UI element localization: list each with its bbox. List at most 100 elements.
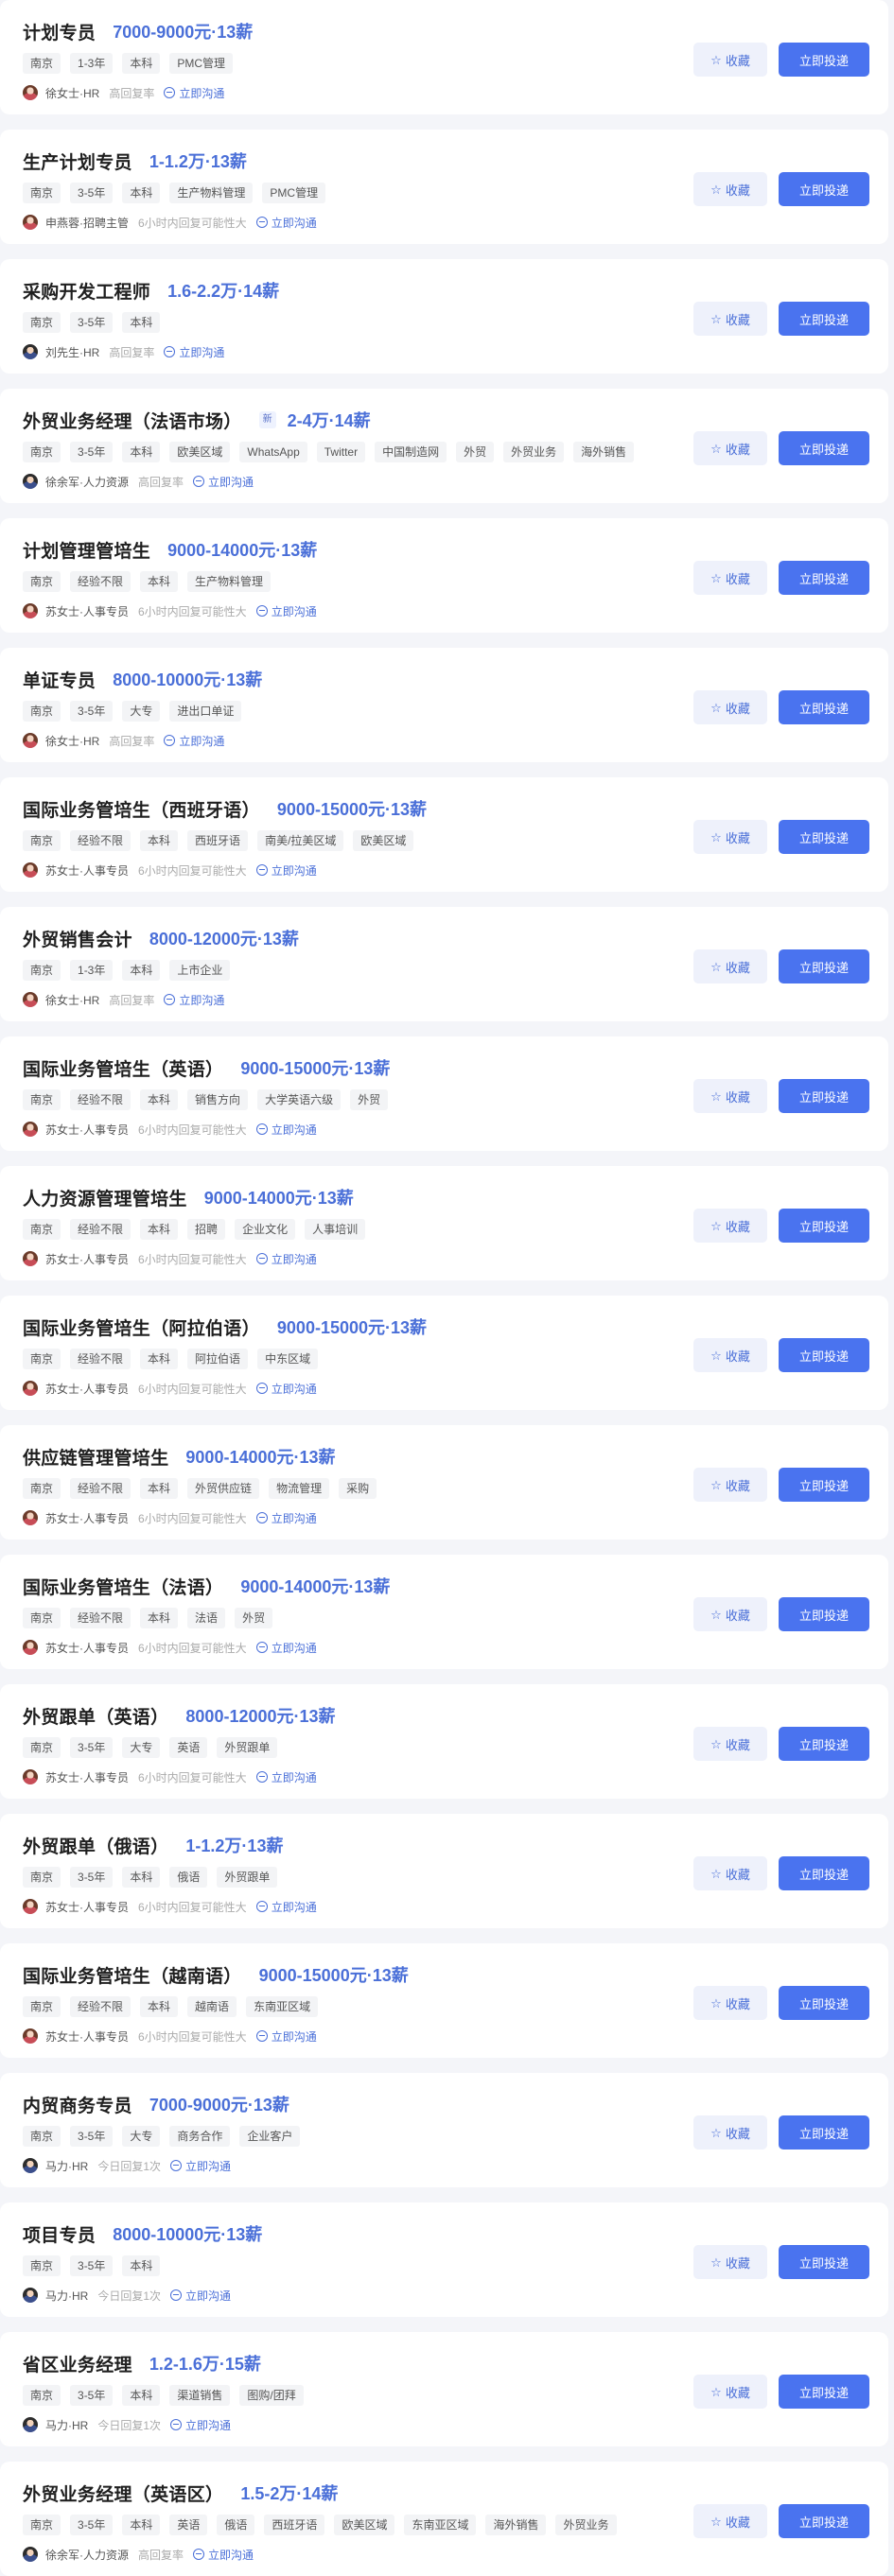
- job-card[interactable]: 省区业务经理 1.2-1.6万·15薪 南京 3-5年 本科 渠道销售 图购/团拜 马力…: [0, 2332, 888, 2446]
- favorite-button[interactable]: ☆ 收藏: [693, 2504, 767, 2538]
- job-title[interactable]: 生产计划专员: [23, 148, 132, 174]
- job-title[interactable]: 外贸销售会计: [23, 926, 132, 951]
- chat-button[interactable]: 立即沟通: [255, 603, 317, 619]
- chat-button[interactable]: 立即沟通: [255, 862, 317, 879]
- apply-button[interactable]: 立即投递: [779, 1856, 869, 1890]
- apply-button[interactable]: 立即投递: [779, 1468, 869, 1502]
- favorite-button[interactable]: ☆ 收藏: [693, 1597, 767, 1631]
- job-card[interactable]: 外贸跟单（俄语） 1-1.2万·13薪 南京 3-5年 本科 俄语 外贸跟单 苏女士·人…: [0, 1814, 888, 1928]
- job-title[interactable]: 外贸业务经理（法语市场）: [23, 408, 242, 433]
- favorite-button[interactable]: ☆ 收藏: [693, 1079, 767, 1113]
- favorite-button[interactable]: ☆ 收藏: [693, 820, 767, 854]
- apply-button[interactable]: 立即投递: [779, 1338, 869, 1372]
- apply-button[interactable]: 立即投递: [779, 690, 869, 724]
- job-title[interactable]: 人力资源管理管培生: [23, 1185, 187, 1210]
- chat-button[interactable]: 立即沟通: [255, 1899, 317, 1915]
- apply-button[interactable]: 立即投递: [779, 1079, 869, 1113]
- job-card[interactable]: 项目专员 8000-10000元·13薪 南京 3-5年 本科 马力·HR 今日回复…: [0, 2202, 888, 2317]
- apply-button[interactable]: 立即投递: [779, 1209, 869, 1243]
- apply-button[interactable]: 立即投递: [779, 302, 869, 336]
- job-title[interactable]: 外贸业务经理（英语区）: [23, 2480, 223, 2506]
- favorite-button[interactable]: ☆ 收藏: [693, 431, 767, 465]
- job-title[interactable]: 国际业务管培生（西班牙语）: [23, 796, 260, 822]
- job-card[interactable]: 国际业务管培生（英语） 9000-15000元·13薪 南京 经验不限 本科 销售方向…: [0, 1036, 888, 1151]
- job-card[interactable]: 国际业务管培生（法语） 9000-14000元·13薪 南京 经验不限 本科 法语 外贸…: [0, 1555, 888, 1669]
- favorite-button[interactable]: ☆ 收藏: [693, 43, 767, 77]
- job-card[interactable]: 外贸业务经理（法语市场） 新 2-4万·14薪 南京 3-5年 本科 欧美区域 What…: [0, 389, 888, 503]
- job-title[interactable]: 计划专员: [23, 19, 96, 44]
- job-card[interactable]: 外贸销售会计 8000-12000元·13薪 南京 1-3年 本科 上市企业 徐女士·…: [0, 907, 888, 1021]
- apply-button[interactable]: 立即投递: [779, 1597, 869, 1631]
- apply-button[interactable]: 立即投递: [779, 431, 869, 465]
- apply-button[interactable]: 立即投递: [779, 820, 869, 854]
- chat-button[interactable]: 立即沟通: [255, 215, 317, 231]
- chat-button[interactable]: 立即沟通: [164, 733, 224, 749]
- chat-button[interactable]: 立即沟通: [255, 2028, 317, 2045]
- job-title[interactable]: 外贸跟单（俄语）: [23, 1833, 168, 1858]
- job-card[interactable]: 生产计划专员 1-1.2万·13薪 南京 3-5年 本科 生产物料管理 PMC管理 申燕…: [0, 130, 888, 244]
- job-card[interactable]: 外贸跟单（英语） 8000-12000元·13薪 南京 3-5年 大专 英语 外贸跟单 …: [0, 1684, 888, 1799]
- chat-button[interactable]: 立即沟通: [164, 344, 224, 360]
- chat-button[interactable]: 立即沟通: [255, 1640, 317, 1656]
- job-title[interactable]: 省区业务经理: [23, 2351, 132, 2376]
- apply-button[interactable]: 立即投递: [779, 2504, 869, 2538]
- job-title[interactable]: 国际业务管培生（法语）: [23, 1574, 223, 1599]
- job-title[interactable]: 外贸跟单（英语）: [23, 1703, 168, 1729]
- chat-button[interactable]: 立即沟通: [255, 1769, 317, 1785]
- job-title[interactable]: 计划管理管培生: [23, 537, 150, 563]
- apply-button[interactable]: 立即投递: [779, 2115, 869, 2150]
- favorite-button[interactable]: ☆ 收藏: [693, 1986, 767, 2020]
- favorite-button[interactable]: ☆ 收藏: [693, 1209, 767, 1243]
- favorite-button[interactable]: ☆ 收藏: [693, 2375, 767, 2409]
- job-card[interactable]: 内贸商务专员 7000-9000元·13薪 南京 3-5年 大专 商务合作 企业客户 马…: [0, 2073, 888, 2187]
- job-card[interactable]: 计划专员 7000-9000元·13薪 南京 1-3年 本科 PMC管理 徐女士·HR…: [0, 0, 888, 114]
- chat-button[interactable]: 立即沟通: [255, 1251, 317, 1267]
- job-title[interactable]: 供应链管理管培生: [23, 1444, 168, 1470]
- chat-button[interactable]: 立即沟通: [193, 2547, 254, 2563]
- favorite-button[interactable]: ☆ 收藏: [693, 1727, 767, 1761]
- favorite-button[interactable]: ☆ 收藏: [693, 172, 767, 206]
- job-title[interactable]: 单证专员: [23, 667, 96, 692]
- apply-button[interactable]: 立即投递: [779, 1986, 869, 2020]
- job-card[interactable]: 人力资源管理管培生 9000-14000元·13薪 南京 经验不限 本科 招聘 企业文化…: [0, 1166, 888, 1280]
- chat-button[interactable]: 立即沟通: [255, 1510, 317, 1526]
- job-title[interactable]: 内贸商务专员: [23, 2092, 132, 2117]
- apply-button[interactable]: 立即投递: [779, 172, 869, 206]
- job-card[interactable]: 国际业务管培生（西班牙语） 9000-15000元·13薪 南京 经验不限 本科 西班…: [0, 777, 888, 892]
- job-card[interactable]: 国际业务管培生（越南语） 9000-15000元·13薪 南京 经验不限 本科 越南语…: [0, 1943, 888, 2058]
- favorite-button[interactable]: ☆ 收藏: [693, 2115, 767, 2150]
- job-title[interactable]: 项目专员: [23, 2221, 96, 2247]
- apply-button[interactable]: 立即投递: [779, 1727, 869, 1761]
- job-title[interactable]: 国际业务管培生（英语）: [23, 1055, 223, 1081]
- chat-button[interactable]: 立即沟通: [255, 1122, 317, 1138]
- favorite-button[interactable]: ☆ 收藏: [693, 302, 767, 336]
- favorite-button[interactable]: ☆ 收藏: [693, 2245, 767, 2279]
- favorite-button[interactable]: ☆ 收藏: [693, 1468, 767, 1502]
- chat-button[interactable]: 立即沟通: [164, 992, 224, 1008]
- favorite-button[interactable]: ☆ 收藏: [693, 561, 767, 595]
- job-card[interactable]: 国际业务管培生（阿拉伯语） 9000-15000元·13薪 南京 经验不限 本科 阿拉…: [0, 1296, 888, 1410]
- apply-button[interactable]: 立即投递: [779, 2375, 869, 2409]
- apply-button[interactable]: 立即投递: [779, 2245, 869, 2279]
- apply-button[interactable]: 立即投递: [779, 949, 869, 983]
- chat-button[interactable]: 立即沟通: [255, 1381, 317, 1397]
- job-title[interactable]: 采购开发工程师: [23, 278, 150, 304]
- chat-button[interactable]: 立即沟通: [170, 2417, 231, 2433]
- job-card[interactable]: 外贸业务经理（英语区） 1.5-2万·14薪 南京 3-5年 本科 英语 俄语 西班牙语欧…: [0, 2462, 888, 2576]
- job-title[interactable]: 国际业务管培生（越南语）: [23, 1962, 242, 1988]
- favorite-button[interactable]: ☆ 收藏: [693, 1856, 767, 1890]
- job-card[interactable]: 单证专员 8000-10000元·13薪 南京 3-5年 大专 进出口单证 徐女士·H…: [0, 648, 888, 762]
- job-card[interactable]: 采购开发工程师 1.6-2.2万·14薪 南京 3-5年 本科 刘先生·HR 高回复…: [0, 259, 888, 374]
- chat-button[interactable]: 立即沟通: [193, 474, 254, 490]
- job-card[interactable]: 计划管理管培生 9000-14000元·13薪 南京 经验不限 本科 生产物料管理 苏…: [0, 518, 888, 633]
- apply-button[interactable]: 立即投递: [779, 561, 869, 595]
- favorite-button[interactable]: ☆ 收藏: [693, 949, 767, 983]
- job-title[interactable]: 国际业务管培生（阿拉伯语）: [23, 1314, 260, 1340]
- favorite-button[interactable]: ☆ 收藏: [693, 690, 767, 724]
- chat-button[interactable]: 立即沟通: [170, 2288, 231, 2304]
- favorite-button[interactable]: ☆ 收藏: [693, 1338, 767, 1372]
- chat-button[interactable]: 立即沟通: [164, 85, 224, 101]
- job-card[interactable]: 供应链管理管培生 9000-14000元·13薪 南京 经验不限 本科 外贸供应链 物流…: [0, 1425, 888, 1540]
- chat-button[interactable]: 立即沟通: [170, 2158, 231, 2174]
- apply-button[interactable]: 立即投递: [779, 43, 869, 77]
